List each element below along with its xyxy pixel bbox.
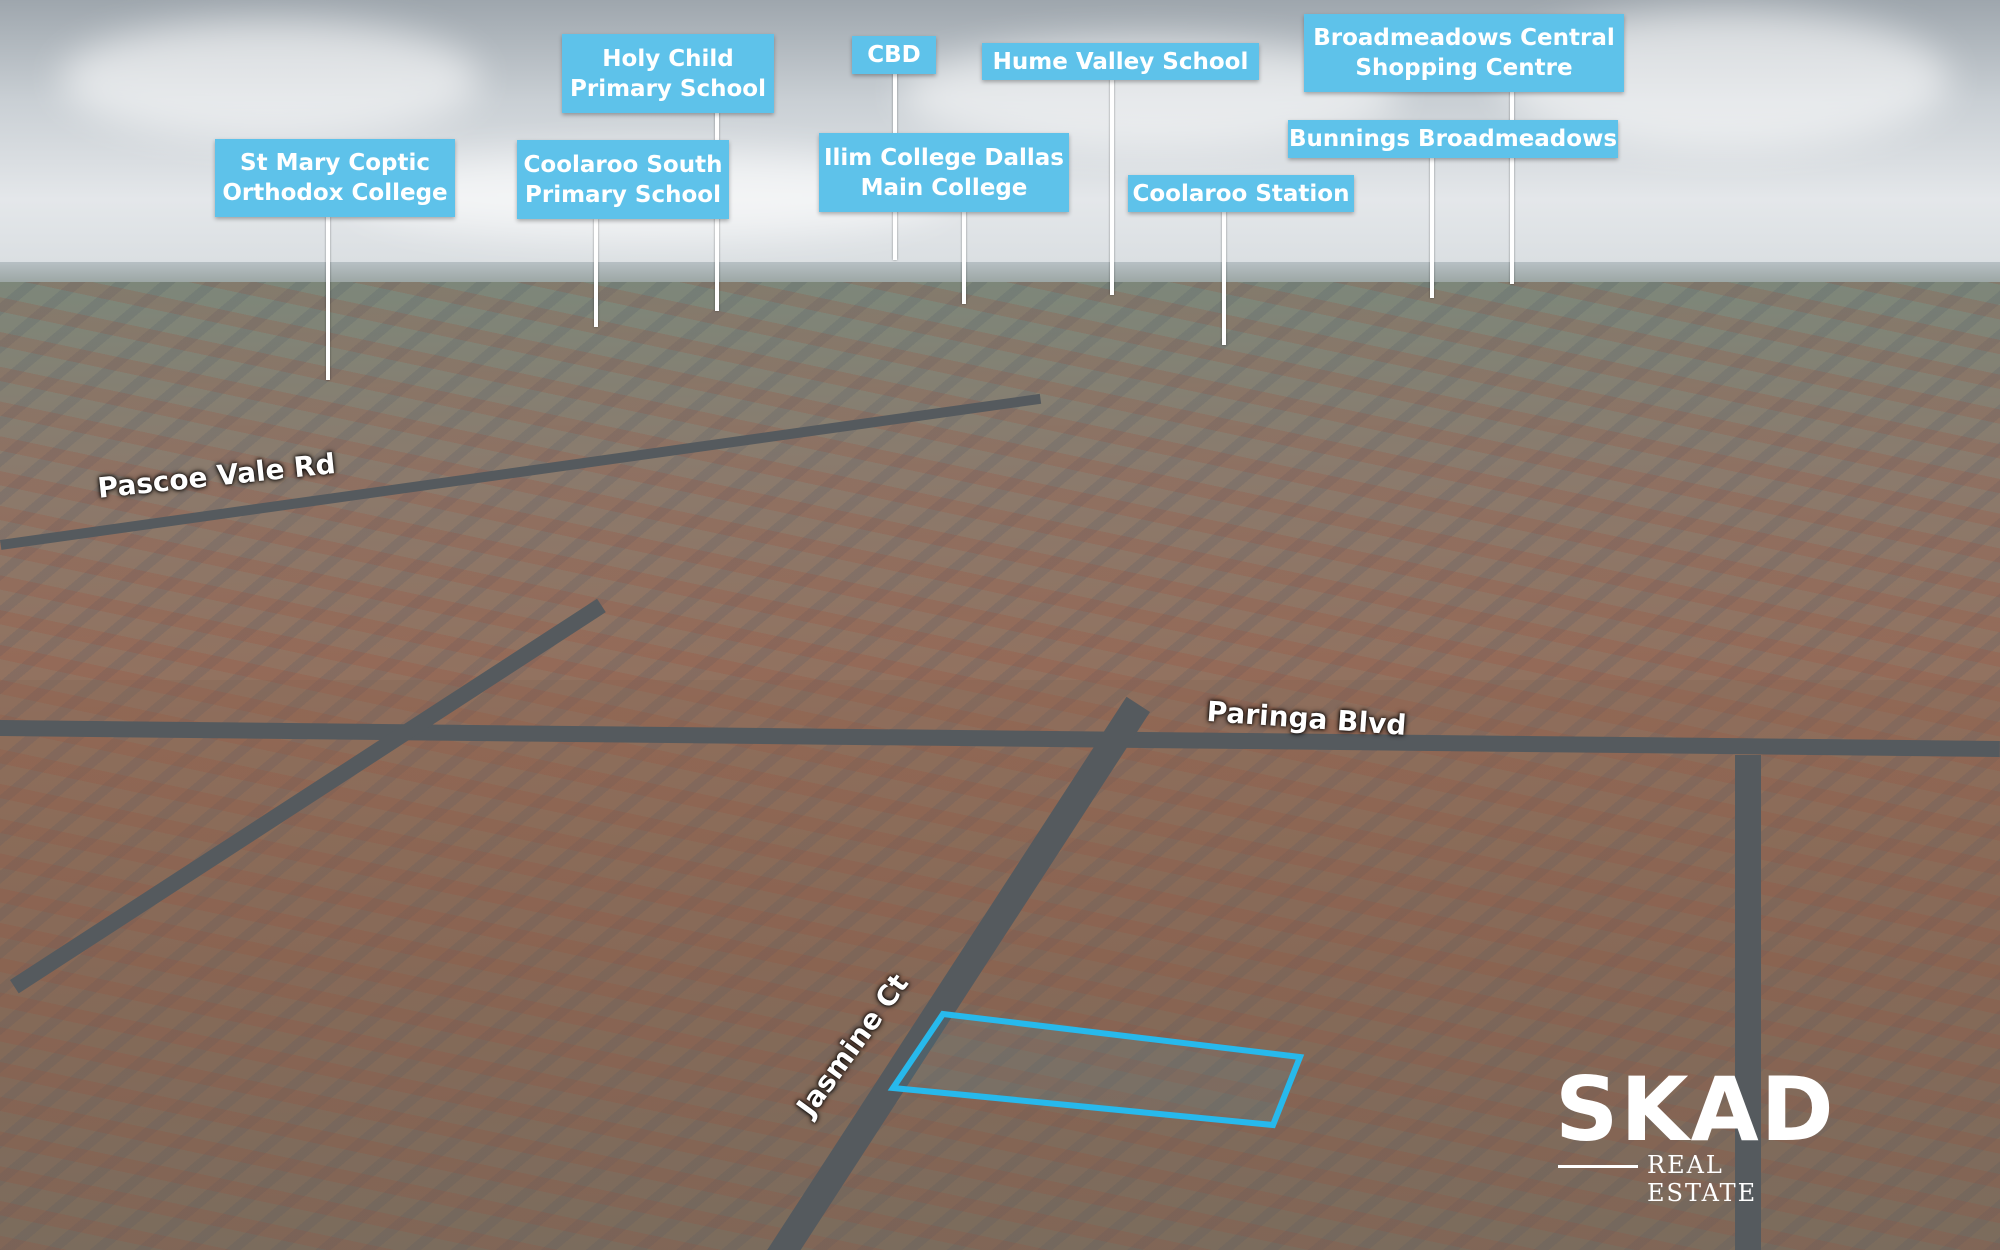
poi-leader-line — [594, 219, 598, 327]
logo-tagline: REAL ESTATE — [1647, 1151, 1758, 1207]
logo-rule — [1558, 1165, 1638, 1168]
poi-label-bunnings-broadmeadows: Bunnings Broadmeadows — [1288, 120, 1618, 158]
logo-brand: SKAD — [1555, 1058, 1836, 1161]
poi-label-holy-child-primary-school: Holy Child Primary School — [562, 34, 774, 113]
poi-leader-line — [962, 212, 966, 304]
property-boundary — [887, 1010, 1305, 1129]
poi-label-st-mary-coptic-orthodox-college: St Mary Coptic Orthodox College — [215, 139, 455, 217]
poi-label-ilim-college-dallas-main-college: Ilim College Dallas Main College — [819, 133, 1069, 212]
poi-leader-line — [1110, 80, 1114, 295]
poi-label-broadmeadows-central-shopping-centre: Broadmeadows Central Shopping Centre — [1304, 14, 1624, 92]
poi-label-coolaroo-station: Coolaroo Station — [1128, 175, 1354, 212]
poi-leader-line — [1222, 212, 1226, 345]
poi-label-cbd: CBD — [852, 36, 936, 74]
skad-real-estate-logo: SKAD REAL ESTATE — [1555, 1065, 1834, 1208]
poi-leader-line — [326, 217, 330, 380]
poi-label-hume-valley-school: Hume Valley School — [982, 43, 1259, 80]
poi-label-coolaroo-south-primary-school: Coolaroo South Primary School — [517, 140, 729, 219]
poi-leader-line — [1430, 158, 1434, 298]
